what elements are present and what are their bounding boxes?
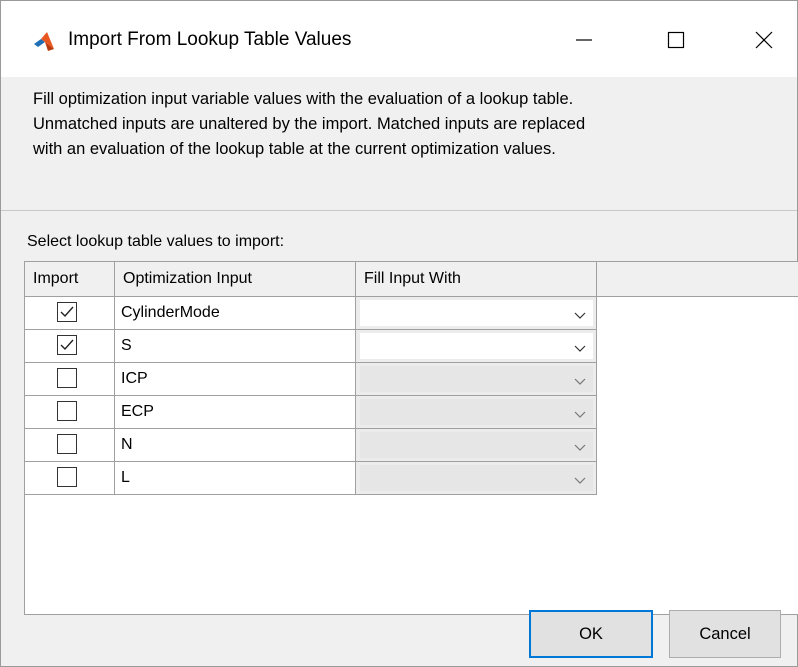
fill-input-dropdown [360, 465, 593, 491]
chevron-down-icon [574, 411, 586, 418]
import-cell [25, 363, 115, 395]
checkmark-icon [60, 306, 74, 318]
import-checkbox[interactable] [57, 467, 77, 487]
minimize-icon [576, 39, 592, 41]
import-checkbox[interactable] [57, 302, 77, 322]
chevron-down-icon [574, 378, 586, 385]
description-text: Fill optimization input variable values … [33, 87, 783, 162]
fill-input-cell [356, 462, 597, 494]
table-row: ICP [25, 363, 597, 396]
fill-input-cell [356, 330, 597, 362]
import-table: Import Optimization Input Fill Input Wit… [24, 261, 798, 615]
fill-input-dropdown [360, 366, 593, 392]
fill-input-cell [356, 429, 597, 461]
fill-input-dropdown[interactable] [360, 300, 593, 326]
close-button[interactable] [739, 15, 789, 65]
import-cell [25, 330, 115, 362]
maximize-button[interactable] [651, 15, 701, 65]
optimization-input-cell: CylinderMode [115, 297, 356, 329]
description-panel: Fill optimization input variable values … [1, 77, 797, 211]
table-row: S [25, 330, 597, 363]
title-bar: Import From Lookup Table Values [1, 1, 797, 77]
fill-input-cell [356, 396, 597, 428]
table-row: N [25, 429, 597, 462]
import-checkbox[interactable] [57, 401, 77, 421]
import-cell [25, 429, 115, 461]
table-header: Import Optimization Input Fill Input Wit… [25, 262, 798, 297]
fill-input-cell [356, 297, 597, 329]
optimization-input-cell: ECP [115, 396, 356, 428]
fill-input-dropdown[interactable] [360, 333, 593, 359]
import-cell [25, 297, 115, 329]
maximize-icon [667, 31, 685, 49]
chevron-down-icon [574, 345, 586, 352]
dialog-window: Import From Lookup Table Values Fill opt… [0, 0, 798, 667]
fill-input-dropdown [360, 432, 593, 458]
description-line: Fill optimization input variable values … [33, 90, 574, 108]
table-row: ECP [25, 396, 597, 429]
matlab-logo-icon [34, 32, 54, 51]
import-checkbox[interactable] [57, 434, 77, 454]
optimization-input-cell: S [115, 330, 356, 362]
import-checkbox[interactable] [57, 368, 77, 388]
optimization-input-cell: N [115, 429, 356, 461]
table-row: L [25, 462, 597, 495]
fill-input-cell [356, 363, 597, 395]
import-checkbox[interactable] [57, 335, 77, 355]
import-cell [25, 462, 115, 494]
import-cell [25, 396, 115, 428]
minimize-button[interactable] [559, 15, 609, 65]
description-line: with an evaluation of the lookup table a… [33, 140, 556, 158]
table-row: CylinderMode [25, 297, 597, 330]
window-title: Import From Lookup Table Values [68, 29, 352, 50]
column-header-optimization-input[interactable]: Optimization Input [115, 262, 356, 296]
chevron-down-icon [574, 444, 586, 451]
checkmark-icon [60, 339, 74, 351]
column-header-fill-input-with[interactable]: Fill Input With [356, 262, 597, 296]
separator [1, 210, 797, 211]
table-label: Select lookup table values to import: [27, 233, 285, 250]
chevron-down-icon [574, 477, 586, 484]
fill-input-dropdown [360, 399, 593, 425]
optimization-input-cell: L [115, 462, 356, 494]
cancel-button[interactable]: Cancel [669, 610, 781, 658]
description-line: Unmatched inputs are unaltered by the im… [33, 115, 586, 133]
close-icon [755, 31, 773, 49]
ok-button[interactable]: OK [529, 610, 653, 658]
optimization-input-cell: ICP [115, 363, 356, 395]
column-header-import[interactable]: Import [25, 262, 115, 296]
chevron-down-icon [574, 312, 586, 319]
